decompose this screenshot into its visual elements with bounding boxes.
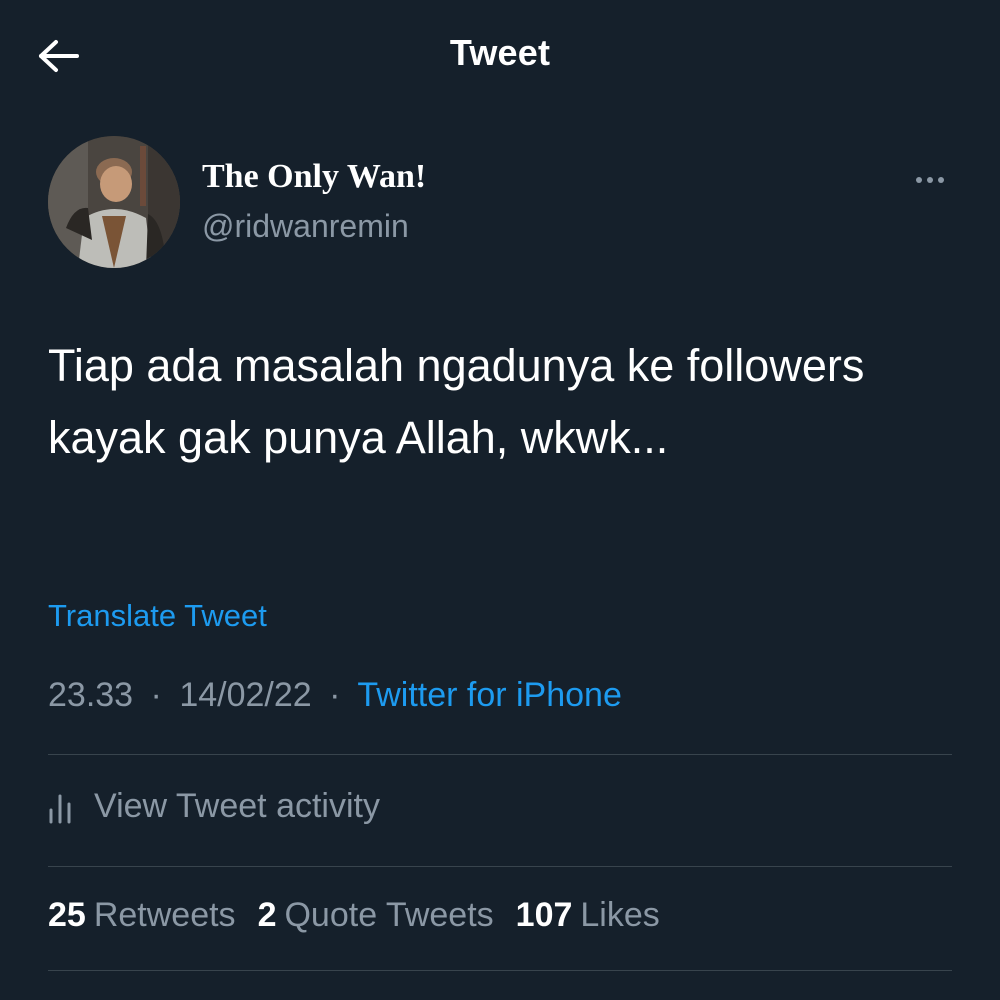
retweets-label: Retweets [93,896,236,934]
tweet-date: 14/02/22 [179,676,312,714]
meta-separator: · [150,676,162,714]
quote-tweets-label: Quote Tweets [284,896,494,934]
translate-tweet-link[interactable]: Translate Tweet [48,598,267,634]
page-title: Tweet [449,32,551,73]
analytics-icon [49,794,71,824]
author-display-name[interactable]: The Only Wan! [202,158,426,196]
divider [48,754,952,755]
engagement-stats: 25 Retweets 2 Quote Tweets 107 Likes [48,896,660,935]
view-tweet-activity-button[interactable]: View Tweet activity [48,784,380,828]
likes-count: 107 [515,896,573,934]
retweets-stat[interactable]: 25 Retweets [48,896,236,935]
tweet-detail-page: Tweet The Only Wan! @ridwanremin Tiap ad… [0,0,1000,1000]
avatar[interactable] [48,136,180,268]
author-username[interactable]: @ridwanremin [202,208,409,245]
more-horizontal-icon [938,177,944,183]
tweet-source-link[interactable]: Twitter for iPhone [357,676,622,714]
quote-tweets-count: 2 [257,896,277,934]
retweets-count: 25 [48,896,86,934]
likes-stat[interactable]: 107 Likes [516,896,660,935]
meta-separator: · [329,676,341,714]
divider [48,970,952,971]
tweet-time: 23.33 [48,676,134,714]
tweet-text: Tiap ada masalah ngadunya ke followers k… [48,340,865,463]
quote-tweets-stat[interactable]: 2 Quote Tweets [258,896,494,935]
view-tweet-activity-label: View Tweet activity [94,786,380,825]
divider [48,866,952,867]
tweet-metadata: 23.33 · 14/02/22 · Twitter for iPhone [48,676,622,715]
more-options-button[interactable] [908,162,952,198]
likes-label: Likes [580,896,660,934]
more-horizontal-icon [927,177,933,183]
top-bar: Tweet [0,0,1000,110]
more-horizontal-icon [916,177,922,183]
avatar-photo [48,136,180,268]
